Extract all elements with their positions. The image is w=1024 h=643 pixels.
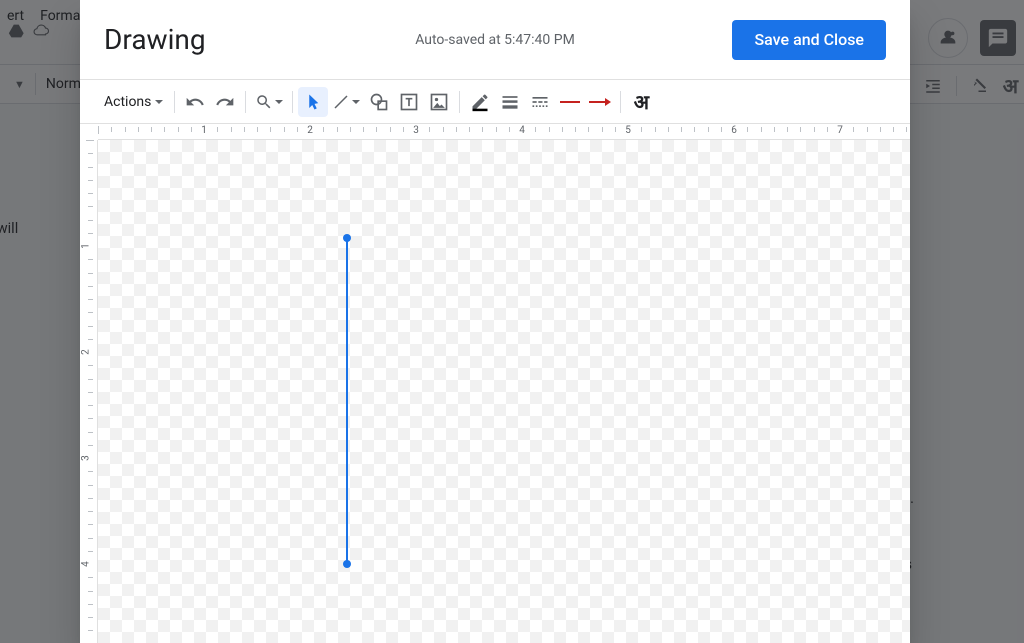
- line-start-button[interactable]: [555, 87, 585, 117]
- select-tool[interactable]: [298, 87, 328, 117]
- dialog-title: Drawing: [104, 23, 206, 56]
- chevron-down-icon: [275, 100, 283, 104]
- ruler-h-1: 1: [201, 125, 207, 136]
- horizontal-ruler[interactable]: 1 2 3 4 5 6 7: [98, 124, 910, 140]
- input-tools-button[interactable]: अ: [626, 87, 656, 117]
- shape-tool[interactable]: [364, 87, 394, 117]
- redo-button[interactable]: [210, 87, 240, 117]
- line-end-button[interactable]: [585, 87, 615, 117]
- ruler-h-5: 5: [625, 125, 631, 136]
- ruler-v-3: 3: [80, 455, 91, 461]
- image-tool[interactable]: [424, 87, 454, 117]
- ruler-h-4: 4: [519, 125, 525, 136]
- drawing-body: 1 2 3 4 5 6 7 1 2 3 4: [80, 124, 910, 643]
- ruler-v-2: 2: [80, 349, 91, 355]
- devanagari-icon: अ: [634, 88, 649, 115]
- ruler-v-1: 1: [80, 243, 91, 249]
- save-and-close-button[interactable]: Save and Close: [732, 20, 886, 60]
- dialog-header: Drawing Auto-saved at 5:47:40 PM Save an…: [80, 0, 910, 80]
- ruler-h-3: 3: [413, 125, 419, 136]
- line-handle-bottom[interactable]: [343, 560, 351, 568]
- ruler-h-6: 6: [731, 125, 737, 136]
- line-tool[interactable]: [328, 87, 364, 117]
- line-dash-button[interactable]: [525, 87, 555, 117]
- zoom-button[interactable]: [251, 87, 287, 117]
- vertical-ruler[interactable]: 1 2 3 4: [80, 140, 98, 643]
- chevron-down-icon: [155, 100, 163, 104]
- chevron-down-icon: [352, 100, 360, 104]
- line-weight-button[interactable]: [495, 87, 525, 117]
- drawing-dialog: Drawing Auto-saved at 5:47:40 PM Save an…: [80, 0, 910, 643]
- textbox-tool[interactable]: [394, 87, 424, 117]
- actions-label: Actions: [104, 94, 151, 110]
- undo-button[interactable]: [180, 87, 210, 117]
- line-color-button[interactable]: [465, 87, 495, 117]
- ruler-h-2: 2: [307, 125, 313, 136]
- drawing-canvas[interactable]: [98, 140, 910, 643]
- drawing-toolbar: Actions: [80, 80, 910, 124]
- actions-menu[interactable]: Actions: [98, 94, 169, 110]
- autosave-status: Auto-saved at 5:47:40 PM: [415, 32, 575, 48]
- line-shape[interactable]: [346, 238, 348, 562]
- ruler-h-7: 7: [837, 125, 843, 136]
- ruler-v-4: 4: [80, 561, 91, 567]
- line-handle-top[interactable]: [343, 234, 351, 242]
